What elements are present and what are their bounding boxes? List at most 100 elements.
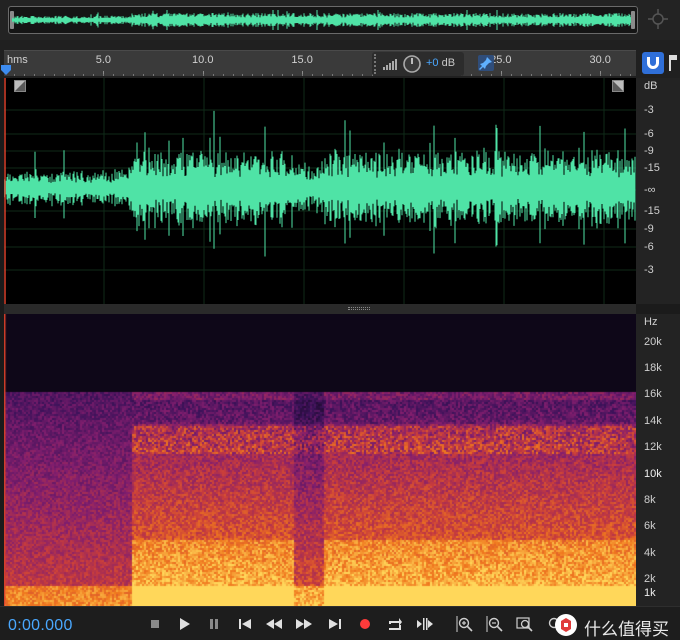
ruler-minor-tick [520,74,522,76]
ruler-minor-tick [321,74,323,76]
watermark-logo-icon [555,614,577,636]
rewind-button[interactable] [265,615,283,633]
time-ruler[interactable]: hms 5.0 10.0 15.0 25.0 30.0 [1,50,636,76]
db-label: -6 [644,241,654,253]
hud-drag-handle[interactable] [374,54,380,74]
volume-readout[interactable]: +0 dB [426,57,455,69]
overview-signal [12,10,634,30]
db-label: -3 [644,264,654,276]
ruler-minor-tick [361,74,363,76]
ruler-minor-tick [570,74,572,76]
ruler-minor-tick [43,74,45,76]
time-display[interactable]: 0:00.000 [8,617,73,635]
ruler-minor-tick [93,74,95,76]
ruler-minor-tick [73,74,75,76]
ruler-minor-tick [331,74,333,76]
zoom-in-amplitude-icon [456,616,473,632]
zoom-out-amplitude-button[interactable] [486,615,504,633]
db-label: -3 [644,104,654,116]
waveform-signal [4,110,636,257]
skip-selection-icon [417,618,433,630]
divider-grip[interactable] [348,307,370,310]
ruler-minor-tick [13,74,15,76]
ruler-minor-tick [33,74,35,76]
waveform-pane[interactable] [4,78,636,304]
ruler-minor-tick [192,74,194,76]
hz-label: 8k [644,494,656,506]
ruler-minor-tick [292,74,294,76]
ruler-minor-tick [113,74,115,76]
snap-button[interactable] [642,52,664,74]
fast-forward-icon [296,619,312,629]
zoom-selection-icon [516,617,533,632]
ruler-minor-tick [262,74,264,76]
ruler-minor-tick [153,74,155,76]
stop-button[interactable] [146,615,164,633]
playhead-marker-icon[interactable] [1,65,11,75]
frequency-scale[interactable]: Hz 20k 18k 16k 14k 12k 10k 8k 6k 4k 2k 1… [636,314,680,606]
skip-selection-button[interactable] [416,615,434,633]
spectrogram-pane[interactable] [4,314,636,606]
volume-hud: +0 dB [372,52,464,76]
ruler-minor-tick [620,74,622,76]
pause-icon [210,619,218,629]
db-label: -9 [644,145,654,157]
ruler-minor-tick [212,74,214,76]
pane-divider[interactable] [4,304,636,314]
volume-unit: dB [441,57,456,69]
watermark: 什么值得买 [554,611,676,640]
record-button[interactable] [356,615,374,633]
spectrogram [4,314,636,606]
skip-to-end-button[interactable] [326,615,344,633]
db-unit-label: dB [644,80,658,92]
ruler-minor-tick [302,74,304,76]
hz-label: 1k [644,587,656,599]
ruler-minor-tick [600,74,602,76]
db-label: -9 [644,223,654,235]
skip-to-start-button[interactable] [236,615,254,633]
ruler-minor-tick [182,74,184,76]
ruler-minor-tick [242,74,244,76]
ruler-tick-label: 30.0 [589,54,611,66]
volume-knob-icon[interactable] [402,54,422,74]
loop-button[interactable] [386,615,404,633]
pause-button[interactable] [205,615,223,633]
db-label: -∞ [644,184,656,196]
ruler-minor-tick [272,74,274,76]
skip-to-end-icon [329,619,341,629]
ruler-tick-label: 5.0 [95,54,112,66]
hz-label: 18k [644,362,662,374]
ruler-minor-tick [232,74,234,76]
zoom-in-amplitude-button[interactable] [456,615,474,633]
ruler-minor-tick [580,74,582,76]
zoom-to-fit-icon[interactable] [646,8,670,30]
hz-label: 4k [644,547,656,559]
record-icon [360,619,370,629]
amplitude-scale[interactable]: dB -3 -6 -9 -15 -∞ -15 -9 -6 -3 [636,78,680,304]
ruler-minor-tick [630,74,632,76]
zoom-selection-button[interactable] [516,615,534,633]
ruler-minor-tick [500,74,502,76]
waveform [4,78,636,304]
fast-forward-button[interactable] [295,615,313,633]
ruler-minor-tick [83,74,85,76]
ruler-tick-label: 15.0 [291,54,313,66]
magnet-icon [647,57,659,69]
level-bars-icon [383,59,397,70]
skip-to-start-icon [239,619,251,629]
loop-icon [389,618,402,630]
play-button[interactable] [175,615,193,633]
ruler-minor-tick [172,74,174,76]
ruler-minor-tick [490,74,492,76]
fade-in-handle-icon[interactable] [14,80,26,92]
play-icon [180,618,190,630]
overview-navigator[interactable] [8,6,638,34]
ruler-minor-tick [23,74,25,76]
ruler-minor-tick [610,74,612,76]
ruler-minor-tick [53,74,55,76]
pin-icon[interactable] [478,55,494,71]
marker-flag-icon[interactable] [668,54,678,72]
ruler-minor-tick [252,74,254,76]
fade-out-handle-icon[interactable] [612,80,624,92]
overview-right-handle[interactable] [631,11,635,29]
